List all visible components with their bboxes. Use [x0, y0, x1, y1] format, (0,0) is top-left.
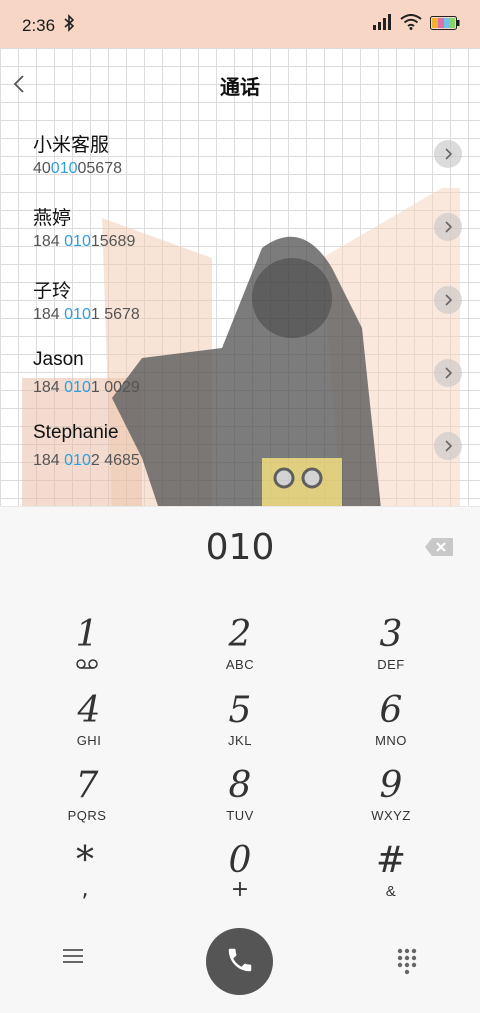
battery-icon [430, 15, 460, 34]
key-digit: # [375, 840, 407, 881]
signal-icon [372, 14, 392, 34]
contact-detail-chevron-icon[interactable] [434, 359, 462, 387]
key-digit: 8 [228, 765, 252, 806]
contact-number: 184 0101 0029 [33, 379, 140, 396]
key-3[interactable]: 3 DEF [331, 615, 451, 685]
key-letters: & [385, 883, 397, 900]
contact-row[interactable]: 子玲 184 0101 5678 [0, 266, 480, 339]
key-5[interactable]: 5 JKL [180, 691, 300, 761]
number-match-highlight: 010 [64, 452, 91, 469]
key-digit: 2 [228, 614, 252, 655]
key-digit: * [76, 840, 94, 881]
key-digit: 6 [379, 690, 403, 731]
contact-number: 184 0102 4685 [33, 452, 140, 469]
contact-row[interactable]: Stephanie 184 0102 4685 [0, 412, 480, 485]
key-star[interactable]: * , [25, 841, 145, 911]
key-6[interactable]: 6 MNO [331, 691, 451, 761]
key-1[interactable]: 1 [27, 615, 147, 685]
contact-name: Stephanie [33, 422, 119, 443]
number-match-highlight: 010 [64, 379, 91, 396]
contact-row[interactable]: 小米客服 4001005678 [0, 120, 480, 193]
page-title: 通话 [220, 75, 260, 99]
contact-number: 184 01015689 [33, 233, 136, 250]
dialer-panel: 010 1 2 ABC 3 DEF 4 GHI 5 JKL 6 MNO 7 PQ… [0, 506, 480, 1013]
key-letters: JKL [228, 733, 252, 748]
key-digit: 3 [379, 614, 403, 655]
key-digit: 5 [228, 690, 252, 731]
key-digit: 4 [77, 690, 101, 731]
key-hash[interactable]: # & [331, 841, 451, 911]
key-digit: 9 [379, 765, 403, 806]
key-digit: 1 [75, 614, 99, 655]
key-letters: WXYZ [371, 808, 411, 823]
contact-name: 子玲 [33, 281, 72, 302]
status-indicators [372, 14, 460, 34]
contact-search-results: 小米客服 4001005678 燕婷 184 01015689 子玲 184 0… [0, 120, 480, 485]
dialed-number-display[interactable]: 010 [0, 527, 480, 568]
key-letters: + [230, 877, 250, 902]
key-letters: , [81, 877, 89, 902]
key-2[interactable]: 2 ABC [180, 615, 300, 685]
contact-detail-chevron-icon[interactable] [434, 432, 462, 460]
key-9[interactable]: 9 WXYZ [331, 766, 451, 836]
status-bar: 2:36 [0, 0, 480, 48]
key-letters: PQRS [67, 808, 107, 823]
contact-row[interactable]: Jason 184 0101 0029 [0, 339, 480, 412]
key-digit: 0 [228, 840, 252, 881]
key-letters: MNO [375, 733, 407, 748]
bluetooth-icon [64, 14, 75, 36]
number-match-highlight: 010 [64, 233, 91, 250]
key-letters: TUV [226, 808, 254, 823]
contact-name: 燕婷 [33, 208, 72, 229]
key-8[interactable]: 8 TUV [180, 766, 300, 836]
contact-detail-chevron-icon[interactable] [434, 286, 462, 314]
dialpad-icon[interactable] [396, 947, 418, 975]
key-4[interactable]: 4 GHI [29, 691, 149, 761]
key-0[interactable]: 0 + [180, 841, 300, 911]
call-button[interactable] [206, 928, 273, 995]
contact-row[interactable]: 燕婷 184 01015689 [0, 193, 480, 266]
wifi-icon [400, 14, 422, 34]
key-letters: DEF [377, 657, 405, 672]
key-7[interactable]: 7 PQRS [27, 766, 147, 836]
status-time: 2:36 [22, 16, 56, 35]
voicemail-icon [27, 655, 147, 674]
contact-detail-chevron-icon[interactable] [434, 140, 462, 168]
key-letters: GHI [76, 733, 102, 748]
contact-number: 184 0101 5678 [33, 306, 140, 323]
number-match-highlight: 010 [64, 306, 91, 323]
contact-name: 小米客服 [33, 135, 110, 156]
key-letters: ABC [225, 657, 255, 672]
backspace-icon[interactable] [424, 537, 454, 559]
contact-name: Jason [33, 349, 84, 370]
title-bar: 通话 [0, 48, 480, 120]
contact-detail-chevron-icon[interactable] [434, 213, 462, 241]
menu-icon[interactable] [60, 945, 86, 967]
key-digit: 7 [75, 765, 99, 806]
number-match-highlight: 010 [50, 160, 78, 177]
phone-icon [225, 945, 255, 979]
contact-number: 4001005678 [33, 160, 122, 177]
